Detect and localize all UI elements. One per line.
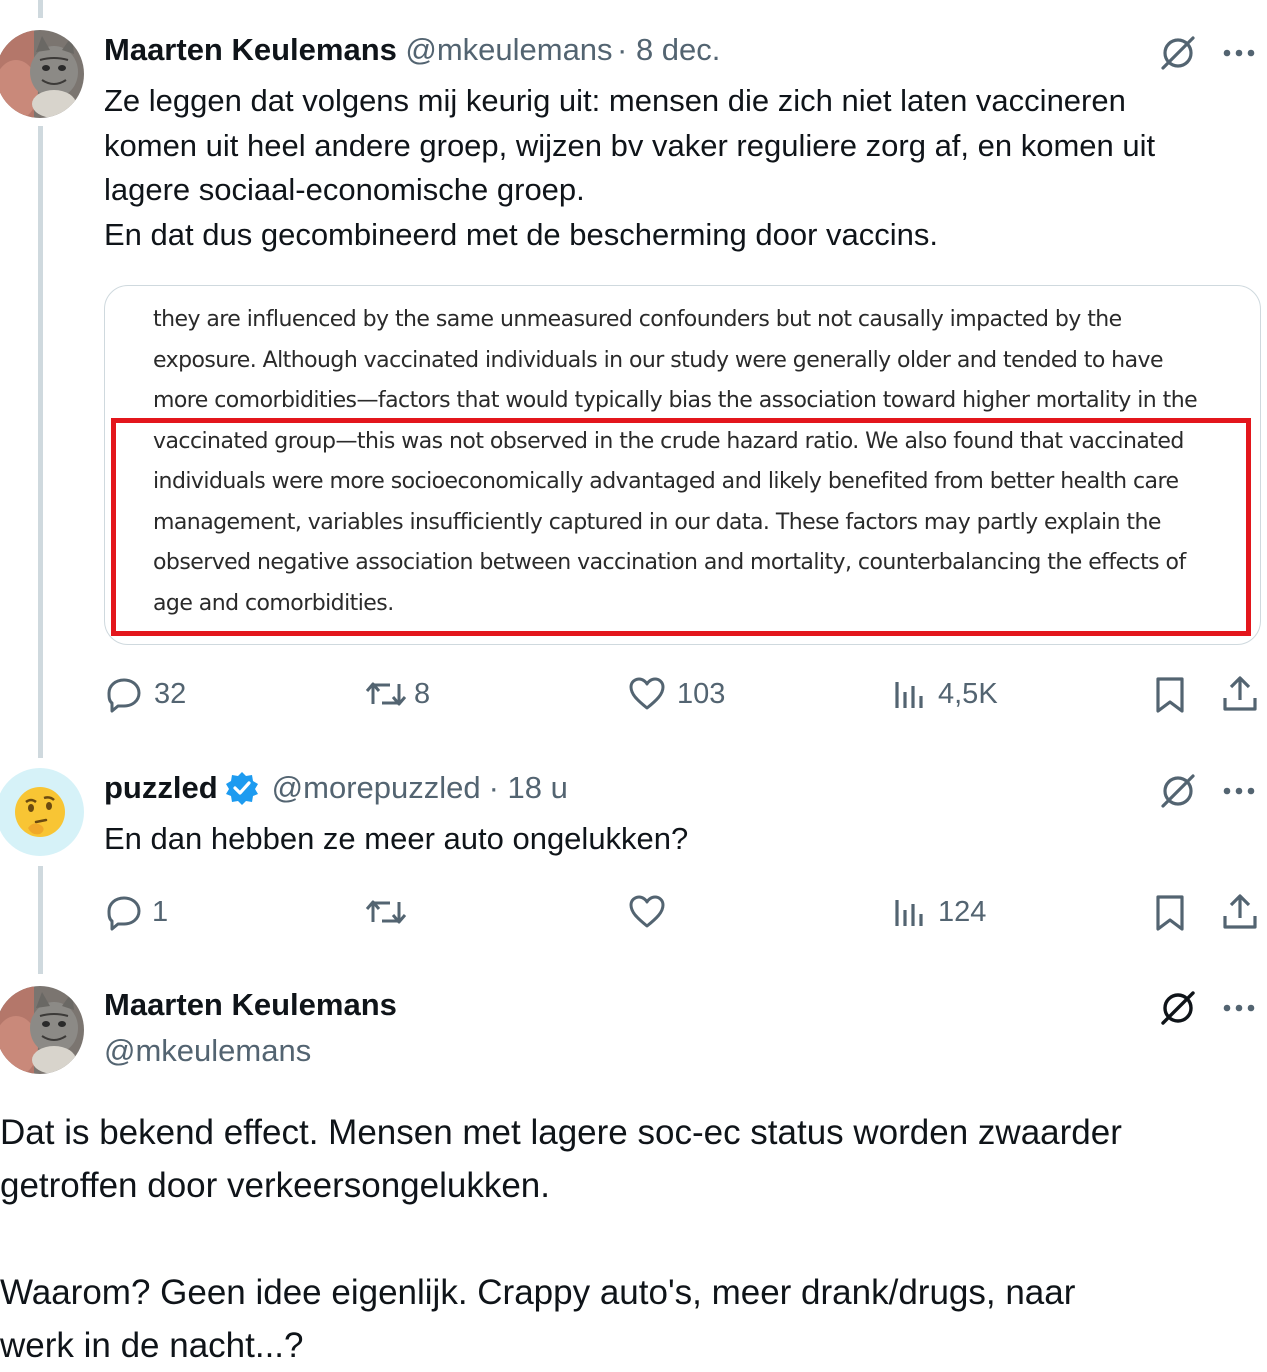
author-name[interactable]: Maarten Keulemans [104,987,397,1023]
quote-line: more comorbidities—factors that would ty… [153,388,1198,413]
highlight-box [111,418,1251,636]
quoted-image[interactable]: they are influenced by the same unmeasur… [104,285,1261,645]
repost-button[interactable]: 8 [364,674,430,714]
bookmark-button[interactable] [1152,675,1188,715]
share-button[interactable] [1220,674,1260,714]
like-icon [629,895,665,928]
author-handle[interactable]: @mkeulemans [405,32,612,67]
views-icon [895,900,923,926]
tweet-3-line: Waarom? Geen idee eigenlijk. Crappy auto… [0,1273,1076,1312]
more-icon[interactable] [1222,778,1256,804]
like-icon [629,677,665,710]
share-button[interactable] [1220,892,1260,932]
like-button[interactable]: 103 [627,674,725,714]
repost-icon [365,900,407,924]
repost-button[interactable] [364,892,408,932]
text-line: Ze leggen dat volgens mij keurig uit: me… [104,83,1126,118]
author-name[interactable]: puzzled [104,770,218,806]
author-name[interactable]: Maarten Keulemans [104,32,397,67]
more-icon[interactable] [1222,995,1256,1021]
verified-badge-icon [225,772,258,805]
views-button[interactable]: 124 [892,892,986,932]
like-button[interactable] [627,892,667,932]
share-icon [1223,894,1257,929]
text-line: komen uit heel andere groep, wijzen bv v… [104,127,1156,163]
reply-count: 1 [152,895,169,928]
quote-line: exposure. Although vaccinated individual… [153,347,1164,373]
views-count: 124 [938,895,987,928]
views-icon [895,682,923,708]
text-line: En dat dus gecombineerd met de beschermi… [104,216,939,252]
bookmark-icon [1156,677,1184,713]
repost-count: 8 [414,677,431,710]
grok-icon[interactable] [1158,771,1198,811]
tweet-3-line: getroffen door verkeersongelukken. [0,1166,550,1205]
reply-icon [107,896,141,931]
text-line: lagere sociaal-economische groep. [104,172,585,208]
reply-button[interactable]: 32 [104,674,186,714]
author-handle[interactable]: @morepuzzled [272,770,481,806]
quote-line: they are influenced by the same unmeasur… [153,307,1122,332]
views-count: 4,5K [938,677,998,710]
bookmark-icon [1156,895,1184,931]
bookmark-button[interactable] [1152,893,1188,933]
tweet-date[interactable]: · 8 dec. [617,32,720,67]
reply-count: 32 [154,677,187,710]
views-button[interactable]: 4,5K [892,674,998,714]
tweet-1-header: Maarten Keulemans @mkeulemans · 8 dec. [104,32,720,68]
avatar-mkeulemans[interactable] [0,986,84,1074]
repost-icon [365,682,407,706]
more-icon[interactable] [1222,40,1256,66]
tweet-date[interactable]: · 18 u [489,770,568,806]
share-icon [1223,676,1257,711]
author-handle[interactable]: @mkeulemans [104,1033,311,1069]
tweet-2-header: puzzled @morepuzzled · 18 u [104,770,568,806]
avatar-mkeulemans[interactable] [0,30,84,118]
tweet-2-text: En dan hebben ze meer auto ongelukken? [104,821,689,856]
avatar-morepuzzled[interactable] [0,768,84,856]
tweet-3-line: Dat is bekend effect. Mensen met lagere … [0,1113,1122,1152]
thread-line-2 [38,866,43,974]
thread-line-top [38,0,43,18]
like-count: 103 [677,677,726,710]
tweet-3-line: werk in de nacht...? [0,1326,304,1365]
tweet-1-text: Ze leggen dat volgens mij keurig uit: me… [104,79,1264,257]
reply-button[interactable]: 1 [104,892,168,932]
thread-line-1 [38,126,43,758]
reply-icon [107,678,141,713]
grok-icon[interactable] [1158,988,1198,1028]
grok-icon[interactable] [1158,33,1198,73]
